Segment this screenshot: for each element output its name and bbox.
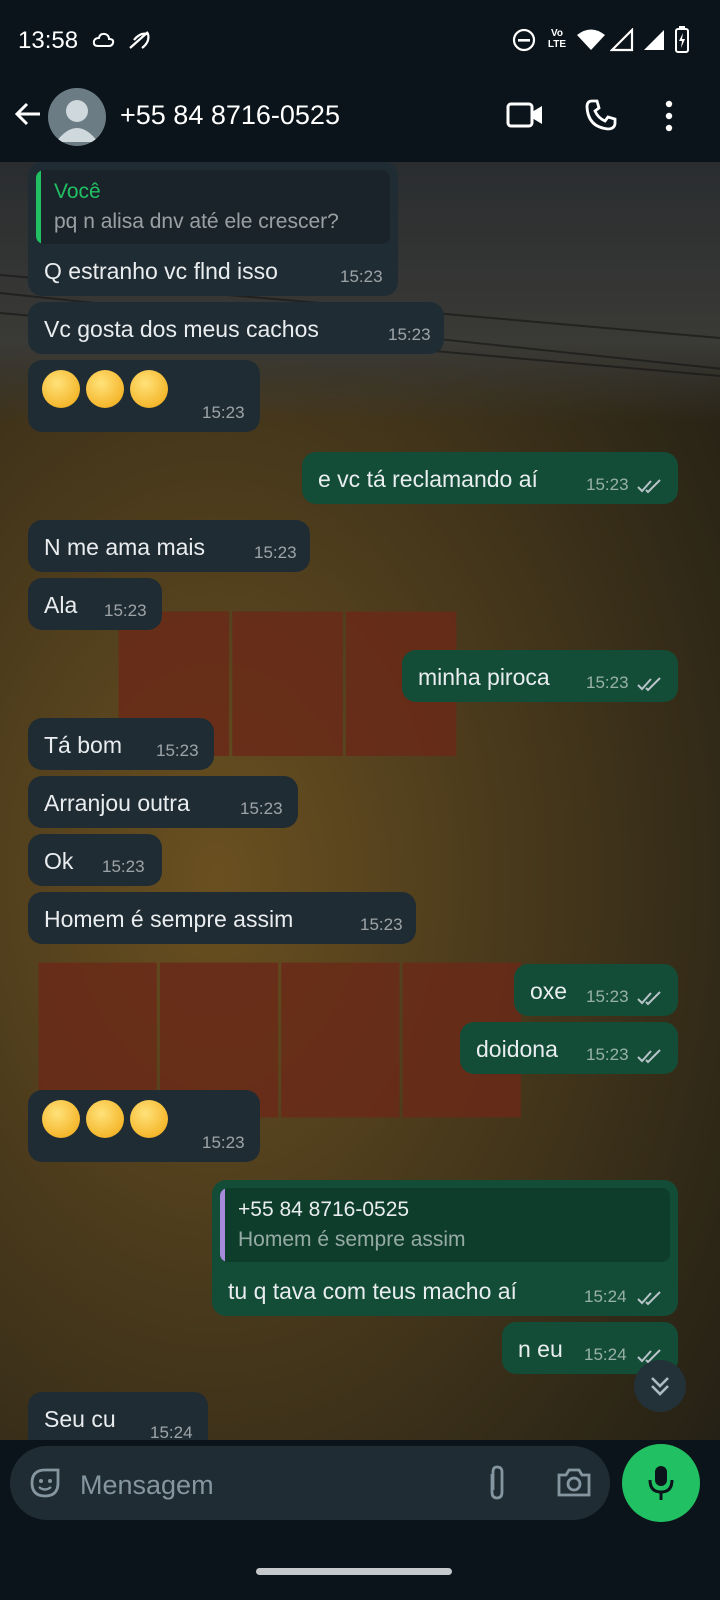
message-bubble[interactable]: Ala 15:23 [28, 578, 162, 630]
message-bubble[interactable]: 15:23 [28, 1090, 260, 1162]
message-time: 15:23 [586, 673, 629, 692]
message-time: 15:23 [586, 1045, 629, 1064]
voice-message-button[interactable] [622, 1444, 700, 1522]
message-bubble[interactable]: Vc gosta dos meus cachos 15:23 [28, 302, 444, 354]
message-bubble[interactable]: Ok 15:23 [28, 834, 162, 886]
message-time: 15:23 [202, 403, 245, 422]
avatar[interactable] [48, 88, 106, 146]
message-time: 15:23 [586, 987, 629, 1006]
quoted-message[interactable]: Você pq n alisa dnv até ele crescer? [36, 170, 390, 244]
video-call-icon[interactable] [506, 100, 544, 130]
rolling-eyes-face-icon [130, 1100, 168, 1138]
sticker-icon[interactable] [28, 1466, 62, 1500]
message-bubble[interactable]: Arranjou outra 15:23 [28, 776, 298, 828]
read-ticks-icon [637, 479, 661, 494]
dnd-icon [512, 28, 536, 52]
default-avatar-icon [56, 100, 98, 142]
quote-author: +55 84 8716-0525 [238, 1198, 410, 1221]
quote-text: Homem é sempre assim [238, 1228, 466, 1251]
message-time: 15:23 [202, 1133, 245, 1152]
wifi-icon [577, 29, 605, 50]
message-composer: Mensagem [0, 1440, 720, 1536]
message-time: 15:23 [340, 267, 383, 286]
message-time: 15:23 [240, 799, 283, 818]
message-bubble[interactable]: +55 84 8716-0525 Homem é sempre assim tu… [212, 1180, 678, 1316]
camera-icon[interactable] [556, 1466, 592, 1498]
message-text: Seu cu [44, 1406, 116, 1432]
contact-name[interactable]: +55 84 8716-0525 [120, 100, 340, 131]
quoted-message[interactable]: +55 84 8716-0525 Homem é sempre assim [220, 1188, 670, 1262]
cloud-icon [92, 32, 115, 47]
message-bubble[interactable]: Você pq n alisa dnv até ele crescer? Q e… [28, 162, 398, 296]
message-placeholder: Mensagem [80, 1470, 214, 1500]
system-nav-bar [0, 1536, 720, 1600]
back-arrow-icon[interactable] [12, 98, 44, 130]
read-ticks-icon [637, 991, 661, 1006]
message-bubble[interactable]: 15:23 [28, 360, 260, 432]
message-text: N me ama mais [44, 534, 206, 560]
microphone-icon [648, 1466, 674, 1500]
message-bubble[interactable]: doidona 15:23 [460, 1022, 678, 1074]
rolling-eyes-face-icon [42, 1100, 80, 1138]
attach-icon[interactable] [484, 1464, 510, 1502]
raised-eyebrow-face-icon [130, 370, 168, 408]
message-text: n eu [518, 1336, 563, 1362]
chat-header: +55 84 8716-0525 [0, 80, 720, 162]
rolling-eyes-face-icon [86, 1100, 124, 1138]
message-time: 15:23 [104, 601, 147, 620]
home-gesture-pill[interactable] [256, 1568, 452, 1575]
scroll-to-bottom-button[interactable] [634, 1360, 686, 1412]
message-text: Q estranho vc flnd isso [44, 258, 278, 284]
message-bubble[interactable]: Tá bom 15:23 [28, 718, 214, 770]
more-options-icon[interactable] [664, 100, 674, 132]
message-text: oxe [530, 978, 568, 1004]
raised-eyebrow-face-icon [42, 370, 80, 408]
message-time: 15:23 [586, 475, 629, 494]
message-time: 15:23 [102, 857, 145, 876]
message-time: 15:23 [388, 325, 431, 344]
message-text: Tá bom [44, 732, 122, 758]
signal-1-icon [610, 28, 634, 52]
read-ticks-icon [637, 1049, 661, 1064]
message-bubble[interactable]: N me ama mais 15:23 [28, 520, 310, 572]
message-text: Homem é sempre assim [44, 906, 294, 932]
emoji-row [42, 370, 168, 408]
message-bubble[interactable]: Homem é sempre assim 15:23 [28, 892, 416, 944]
message-text: minha piroca [418, 664, 550, 690]
message-text: tu q tava com teus macho aí [228, 1278, 517, 1304]
volte-icon: Vo LTE [547, 28, 567, 50]
read-ticks-icon [637, 677, 661, 692]
message-bubble[interactable]: oxe 15:23 [514, 964, 678, 1016]
message-text: Vc gosta dos meus cachos [44, 316, 319, 342]
chat-area[interactable]: ▇▇▇ ▇▇▇▇ Você pq n alisa dnv até ele cre… [0, 162, 720, 1462]
quote-text: pq n alisa dnv até ele crescer? [54, 210, 339, 233]
message-text: doidona [476, 1036, 558, 1062]
raised-eyebrow-face-icon [86, 370, 124, 408]
message-input[interactable]: Mensagem [10, 1446, 610, 1520]
message-bubble[interactable]: e vc tá reclamando aí 15:23 [302, 452, 678, 504]
status-bar: 13:58 Vo LTE [0, 0, 720, 80]
message-text: Arranjou outra [44, 790, 190, 816]
message-time: 15:23 [360, 915, 403, 934]
message-text: Ok [44, 848, 74, 874]
double-chevron-down-icon [651, 1377, 669, 1396]
message-time: 15:23 [156, 741, 199, 760]
signal-2-icon [644, 30, 664, 50]
message-time: 15:24 [584, 1287, 627, 1306]
message-time: 15:23 [254, 543, 297, 562]
battery-charging-icon [675, 26, 689, 53]
message-text: e vc tá reclamando aí [318, 466, 538, 492]
read-ticks-icon [637, 1291, 661, 1306]
voice-call-icon[interactable] [584, 98, 618, 132]
message-text: Ala [44, 592, 78, 618]
message-bubble[interactable]: minha piroca 15:23 [402, 650, 678, 702]
quote-author: Você [54, 180, 101, 203]
message-time: 15:24 [584, 1345, 627, 1364]
satellite-off-icon [129, 31, 150, 49]
emoji-row [42, 1100, 168, 1138]
status-time: 13:58 [18, 27, 79, 54]
